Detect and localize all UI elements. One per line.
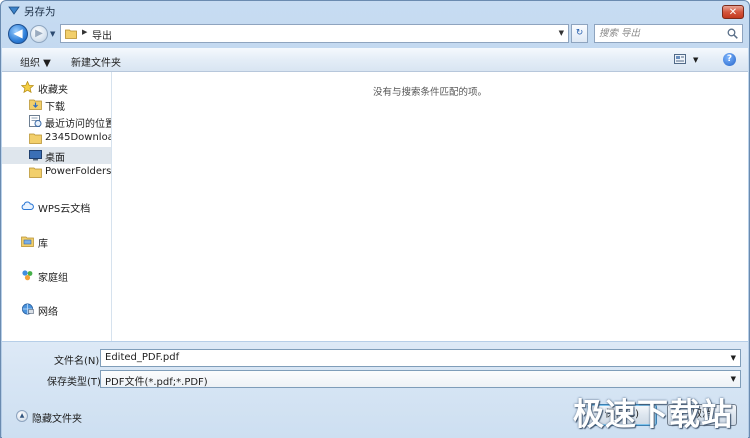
- nav-item-recent-places[interactable]: 最近访问的位置: [2, 113, 111, 130]
- file-list-pane[interactable]: 没有与搜索条件匹配的项。: [112, 72, 748, 341]
- command-toolbar: 组织 ▼ 新建文件夹 ▼ ?: [2, 48, 748, 72]
- back-button[interactable]: ◀: [8, 24, 28, 44]
- nav-item-label: 最近访问的位置: [45, 119, 112, 130]
- address-bar[interactable]: ▶ 导出 ▼: [60, 24, 569, 43]
- recent-pages-dropdown[interactable]: ▼: [50, 30, 55, 38]
- help-glyph: ?: [726, 54, 733, 64]
- forward-button[interactable]: ▶: [30, 25, 48, 43]
- folder-icon: [65, 29, 77, 39]
- download-folder-icon: [29, 99, 42, 110]
- homegroup-icon: [22, 270, 33, 281]
- recent-places-icon: [29, 115, 42, 127]
- filename-field[interactable]: Edited_PDF.pdf ▼: [100, 349, 741, 367]
- search-input[interactable]: [599, 26, 719, 41]
- view-options-dropdown[interactable]: ▼: [693, 56, 698, 64]
- search-icon[interactable]: [727, 28, 738, 39]
- nav-item-label: 收藏夹: [38, 85, 68, 96]
- star-icon: [21, 81, 34, 93]
- desktop-icon: [29, 150, 42, 161]
- back-arrow-icon: ◀: [13, 26, 23, 40]
- nav-item-label: 家庭组: [38, 273, 68, 284]
- nav-item-label: 下载: [45, 102, 65, 113]
- nav-item-label: PowerFolders: [45, 166, 112, 177]
- forward-arrow-icon: ▶: [35, 28, 43, 39]
- empty-result-message: 没有与搜索条件匹配的项。: [372, 87, 487, 98]
- cloud-icon: [21, 201, 34, 210]
- watermark-logo: 极速下载站: [573, 397, 733, 433]
- breadcrumb-separator-icon: ▶: [82, 28, 88, 36]
- library-icon: [21, 236, 34, 247]
- nav-item-downloads[interactable]: 下载: [2, 96, 111, 113]
- close-icon: ✕: [728, 7, 738, 18]
- close-button[interactable]: ✕: [722, 5, 744, 19]
- nav-item-powerfolders[interactable]: PowerFolders: [2, 164, 111, 181]
- help-icon[interactable]: ?: [723, 53, 736, 66]
- nav-item-2345download[interactable]: 2345Download: [2, 130, 111, 147]
- refresh-button[interactable]: ↻: [571, 24, 588, 43]
- nav-item-label: WPS云文档: [38, 204, 91, 215]
- nav-item-libraries[interactable]: 库: [2, 233, 111, 250]
- refresh-icon: ↻: [575, 28, 584, 38]
- nav-item-homegroup[interactable]: 家庭组: [2, 267, 111, 284]
- nav-item-label: 库: [38, 239, 48, 250]
- hide-folders-toggle-icon[interactable]: ▲: [16, 410, 28, 422]
- nav-item-label: 网络: [38, 307, 58, 318]
- nav-item-label: 2345Download: [45, 132, 111, 143]
- nav-item-wps-cloud[interactable]: WPS云文档: [2, 198, 111, 215]
- nav-item-label: 桌面: [45, 153, 65, 164]
- change-view-icon[interactable]: [674, 54, 686, 64]
- network-icon: [21, 303, 34, 315]
- window-title: 另存为: [24, 6, 56, 18]
- file-type-value: PDF文件(*.pdf;*.PDF): [105, 377, 208, 388]
- file-type-label: 保存类型(T):: [47, 377, 105, 388]
- breadcrumb-item[interactable]: 导出: [92, 27, 112, 42]
- filename-dropdown-icon[interactable]: ▼: [731, 354, 736, 362]
- nav-item-favorites[interactable]: 收藏夹: [2, 79, 111, 96]
- nav-item-desktop[interactable]: 桌面: [2, 147, 111, 164]
- dialog-icon: [8, 6, 20, 15]
- nav-item-network[interactable]: 网络: [2, 301, 111, 318]
- new-folder-button[interactable]: 新建文件夹: [71, 54, 121, 69]
- folder-icon: [29, 167, 42, 178]
- file-type-select[interactable]: PDF文件(*.pdf;*.PDF) ▼: [100, 370, 741, 388]
- title-bar[interactable]: 另存为 ✕: [1, 1, 749, 21]
- folder-icon: [29, 133, 42, 144]
- file-type-dropdown-icon[interactable]: ▼: [731, 375, 736, 383]
- navigation-pane[interactable]: 收藏夹 下载 最近访问的位置 2345Download: [2, 72, 112, 341]
- organize-button[interactable]: 组织 ▼: [20, 54, 51, 69]
- save-as-dialog: 另存为 ✕ ◀ ▶ ▼ ▶ 导出 ▼ ↻ 组织 ▼ 新建文件夹: [0, 0, 750, 438]
- filename-value[interactable]: Edited_PDF.pdf: [105, 352, 179, 363]
- filename-label: 文件名(N):: [54, 356, 103, 367]
- address-dropdown-icon[interactable]: ▼: [559, 29, 564, 37]
- hide-folders-link[interactable]: 隐藏文件夹: [32, 410, 82, 425]
- search-box[interactable]: [594, 24, 743, 43]
